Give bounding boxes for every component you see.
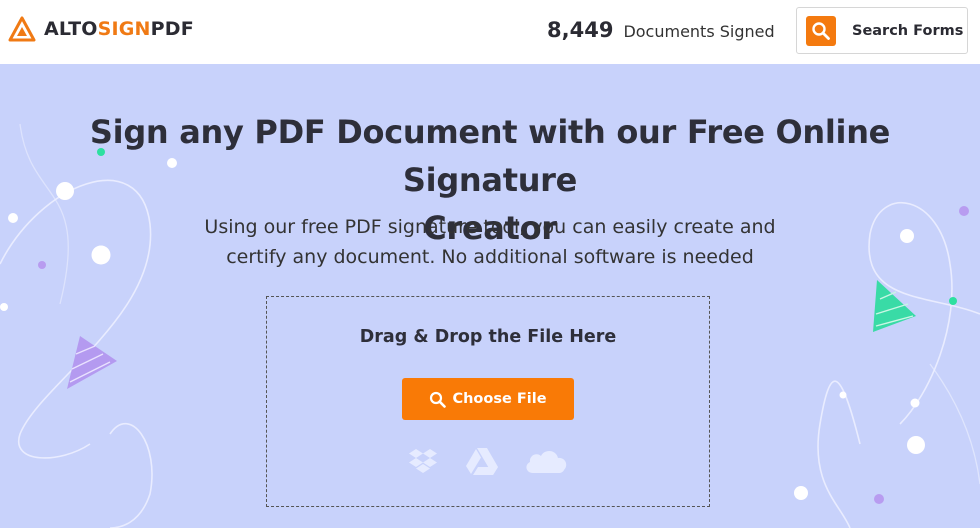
file-drop-zone[interactable]: Drag & Drop the File Here Choose File: [266, 296, 710, 507]
logo-text: ALTOSIGNPDF: [44, 18, 194, 40]
hero-subtitle: Using our free PDF signature tool, you c…: [190, 212, 790, 272]
logo-text-alto: ALTO: [44, 18, 98, 40]
search-icon: [430, 391, 447, 408]
choose-file-button[interactable]: Choose File: [402, 378, 574, 420]
logo-text-pdf: PDF: [150, 18, 194, 40]
google-drive-icon[interactable]: [465, 445, 499, 477]
site-logo[interactable]: ALTOSIGNPDF: [8, 16, 194, 42]
search-icon: [806, 15, 836, 46]
search-forms-button[interactable]: Search Forms: [796, 7, 968, 54]
hero-subtitle-line1: Using our free PDF signature tool, you c…: [204, 216, 776, 238]
logo-text-sign: SIGN: [97, 18, 151, 40]
choose-file-label: Choose File: [452, 391, 547, 407]
search-forms-label: Search Forms: [852, 22, 964, 39]
documents-signed-count: 8,449: [547, 18, 614, 42]
hero-subtitle-line2: certify any document. No additional soft…: [226, 246, 754, 268]
drop-zone-label: Drag & Drop the File Here: [359, 327, 617, 347]
documents-signed-counter: 8,449 Documents Signed: [547, 18, 775, 42]
hero-title-line1: Sign any PDF Document with our Free Onli…: [89, 113, 891, 199]
top-navigation-bar: ALTOSIGNPDF 8,449 Documents Signed Searc…: [0, 0, 980, 64]
documents-signed-label: Documents Signed: [623, 22, 775, 41]
cloud-source-icons: [407, 445, 577, 479]
logo-triangle-icon: [8, 16, 36, 42]
hero-section: Sign any PDF Document with our Free Onli…: [0, 64, 980, 528]
onedrive-icon[interactable]: [523, 445, 569, 477]
dropbox-icon[interactable]: [407, 445, 439, 477]
